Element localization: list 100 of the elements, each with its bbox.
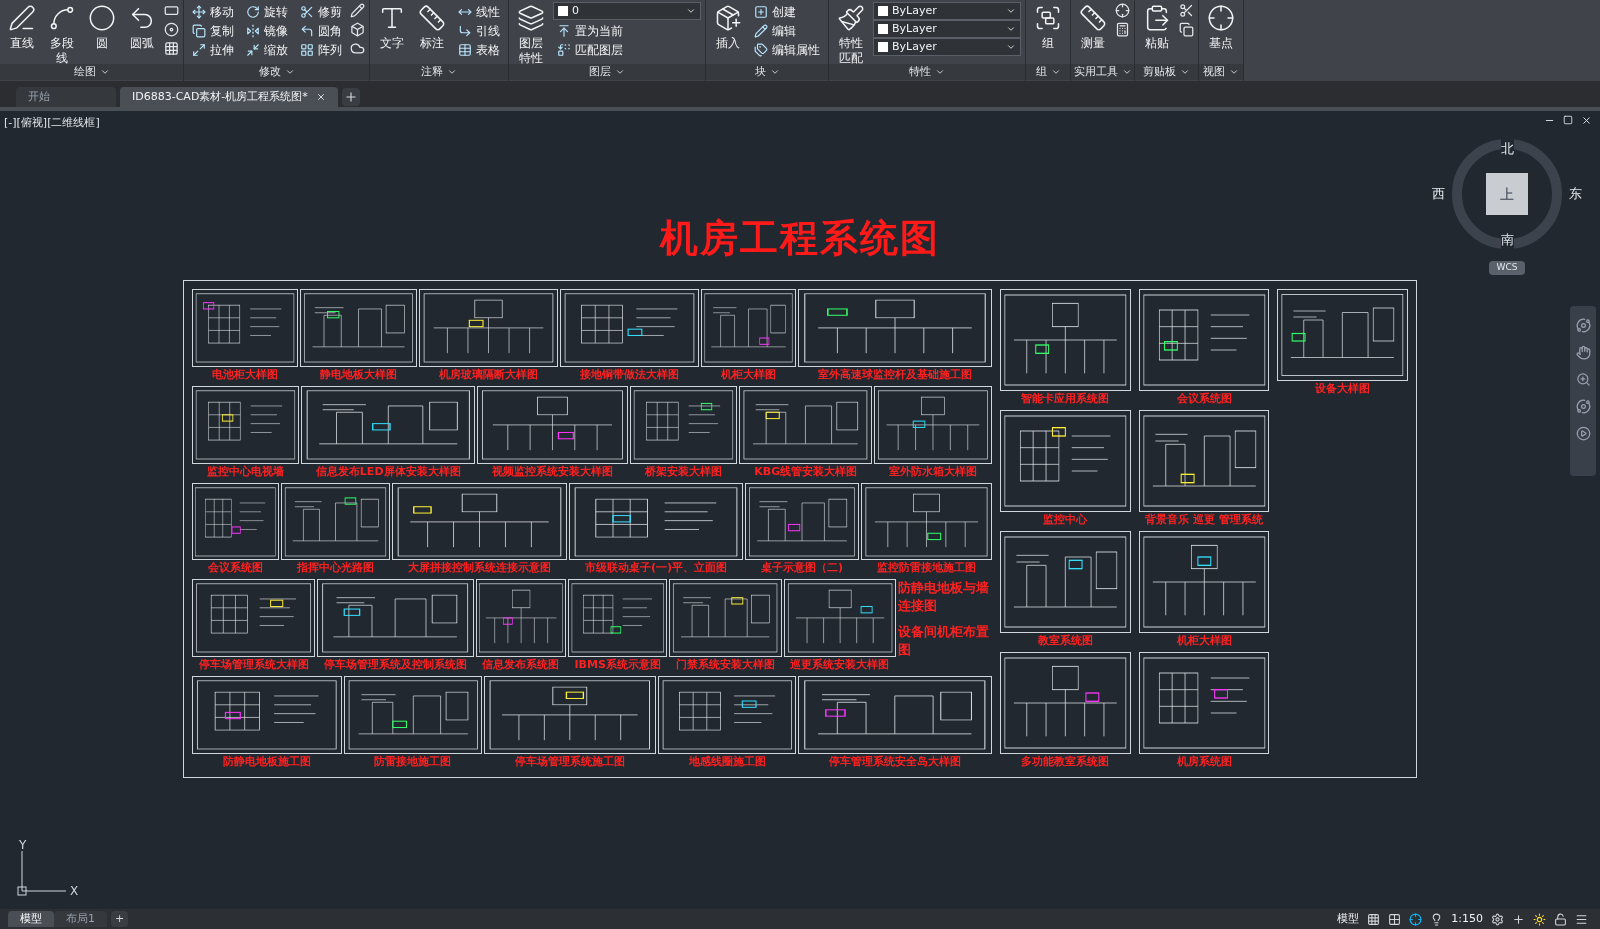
ribbon-tool-button[interactable]: 文字 — [374, 0, 410, 51]
orbit-icon[interactable] — [1575, 318, 1591, 333]
ribbon-tool-button[interactable]: 编辑 — [750, 21, 824, 40]
tool-icon — [517, 4, 545, 32]
ribbon-tool-button[interactable]: 线性 — [454, 2, 504, 21]
panel-title[interactable]: 块 — [706, 64, 828, 80]
new-tab-icon[interactable] — [341, 88, 360, 106]
ribbon-tool-button[interactable]: 缩放 — [242, 40, 292, 59]
color-swatch-icon — [878, 6, 888, 16]
tool-icon — [300, 42, 314, 57]
dropdown-field[interactable]: 0 — [553, 2, 701, 20]
sheet-title: KBG线管安装大样图 — [753, 463, 859, 479]
caret-icon — [1229, 67, 1239, 77]
add-layout-button[interactable]: + — [111, 910, 129, 928]
lock-icon[interactable] — [1554, 912, 1567, 926]
tool-icon — [1034, 4, 1062, 32]
ribbon-tool-button[interactable]: 表格 — [454, 40, 504, 59]
zoom-icon[interactable] — [1575, 372, 1591, 387]
dropdown-field[interactable]: ByLayer — [873, 2, 1021, 20]
panel-title[interactable]: 图层 — [509, 64, 705, 80]
tool-icon[interactable] — [164, 41, 179, 56]
ribbon-tool-button[interactable]: 插入 — [710, 0, 746, 51]
tool-icon[interactable] — [350, 22, 365, 37]
grid-icon[interactable] — [1367, 912, 1381, 926]
tool-icon[interactable] — [164, 22, 179, 37]
ribbon-tool-button[interactable]: 圆 — [84, 0, 120, 51]
sheet-title: 门禁系统安装大样图 — [675, 657, 777, 673]
sheet-title: 大屏拼接控制系统连接示意图 — [406, 560, 552, 576]
sheet-title: 指挥中心光路图 — [295, 560, 375, 576]
ribbon-tool-button[interactable]: 复制 — [188, 21, 238, 40]
layout-tab[interactable]: 布局1 — [54, 911, 107, 927]
file-tab[interactable]: 开始 — [16, 87, 116, 107]
drawing-title: 机房工程系统图 — [660, 216, 940, 260]
ribbon-tool-button[interactable]: 基点 — [1203, 0, 1239, 51]
viewport-label[interactable]: [-][俯视][二维线框] — [4, 115, 100, 132]
ribbon-tool-button[interactable]: 匹配图层 — [553, 40, 701, 59]
ribbon-tool-button[interactable]: 测量 — [1075, 0, 1111, 51]
sheet-title: 市级联动桌子(一)平、立面图 — [583, 560, 728, 576]
tool-icon[interactable] — [1179, 3, 1194, 18]
tool-icon[interactable] — [1115, 22, 1130, 37]
ribbon-tool-button[interactable]: 置为当前 — [553, 21, 701, 40]
panel-title[interactable]: 实用工具 — [1071, 64, 1134, 80]
pan-icon[interactable] — [1575, 345, 1591, 360]
tool-icon — [557, 42, 571, 57]
file-tab[interactable]: ID6883-CAD素材-机房工程系统图* — [120, 87, 338, 107]
ucs-menu[interactable]: WCS — [1488, 261, 1526, 275]
ribbon-tool-button[interactable]: 直线 — [4, 0, 40, 51]
ribbon-tool-button[interactable]: 圆角 — [296, 21, 346, 40]
ribbon-tool-button[interactable]: 移动 — [188, 2, 238, 21]
caret-icon — [615, 67, 625, 77]
panel-title[interactable]: 注释 — [370, 64, 508, 80]
dropdown-field[interactable]: ByLayer — [873, 20, 1021, 38]
panel-title[interactable]: 剪贴板 — [1135, 64, 1198, 80]
tool-icon — [418, 4, 446, 32]
ribbon-tool-button[interactable]: 组 — [1030, 0, 1066, 51]
panel-title[interactable]: 视图 — [1199, 64, 1243, 80]
dropdown-field[interactable]: ByLayer — [873, 38, 1021, 56]
tool-icon[interactable] — [164, 3, 179, 18]
close-icon[interactable] — [315, 92, 326, 102]
tool-icon[interactable] — [1179, 22, 1194, 37]
compass-west[interactable]: 西 — [1432, 184, 1445, 204]
compass-east[interactable]: 东 — [1569, 184, 1582, 204]
ribbon-tool-button[interactable]: 修剪 — [296, 2, 346, 21]
ribbon-tool-button[interactable]: 旋转 — [242, 2, 292, 21]
model-space-button[interactable]: 模型 — [1333, 910, 1364, 928]
sheet-title: 地感线圈施工图 — [687, 754, 767, 769]
tool-icon[interactable] — [350, 3, 365, 18]
sheet-title: 视频监控系统安装大样图 — [491, 463, 615, 479]
snap-icon[interactable] — [1388, 912, 1402, 926]
panel-title[interactable]: 特性 — [829, 64, 1025, 80]
ribbon-tool-button[interactable]: 创建 — [750, 2, 824, 21]
menu-icon[interactable] — [1575, 912, 1588, 926]
ribbon-tool-button[interactable]: 阵列 — [296, 40, 346, 59]
panel-title[interactable]: 修改 — [184, 64, 369, 80]
ribbon-tool-button[interactable]: 特性匹配 — [833, 0, 869, 66]
ribbon-tool-button[interactable]: 引线 — [454, 21, 504, 40]
ribbon-tool-button[interactable]: 粘贴 — [1139, 0, 1175, 51]
ribbon-tool-button[interactable]: 拉伸 — [188, 40, 238, 59]
ribbon-tool-button[interactable]: 编辑属性 — [750, 40, 824, 59]
close-icon[interactable] — [1581, 115, 1592, 126]
settings-icon[interactable] — [1491, 912, 1504, 926]
panel-title[interactable]: 组 — [1026, 64, 1070, 80]
sheet-title: 信息发布系统图 — [481, 657, 561, 673]
tool-icon[interactable] — [1115, 3, 1130, 18]
ribbon-tool-button[interactable]: 圆弧 — [124, 0, 160, 51]
ribbon-tool-button[interactable]: 图层特性 — [513, 0, 549, 66]
sheet-title: 防雷接地施工图 — [373, 754, 453, 769]
orbit-icon[interactable] — [1575, 399, 1591, 414]
tool-icon — [246, 42, 260, 57]
ribbon-tool-button[interactable]: 标注 — [414, 0, 450, 51]
tool-icon — [300, 4, 314, 19]
restore-icon[interactable] — [1563, 115, 1573, 125]
plus-icon[interactable] — [1512, 912, 1525, 926]
annotation-scale[interactable]: 1:150 — [1447, 910, 1487, 928]
ribbon-tool-button[interactable]: 多段线 — [44, 0, 80, 66]
tool-icon[interactable] — [350, 41, 365, 56]
panel-title[interactable]: 绘图 — [0, 64, 183, 80]
ribbon-tool-button[interactable]: 镜像 — [242, 21, 292, 40]
layout-tab[interactable]: 模型 — [8, 911, 54, 927]
viewcube-face[interactable]: 上 — [1486, 173, 1528, 215]
